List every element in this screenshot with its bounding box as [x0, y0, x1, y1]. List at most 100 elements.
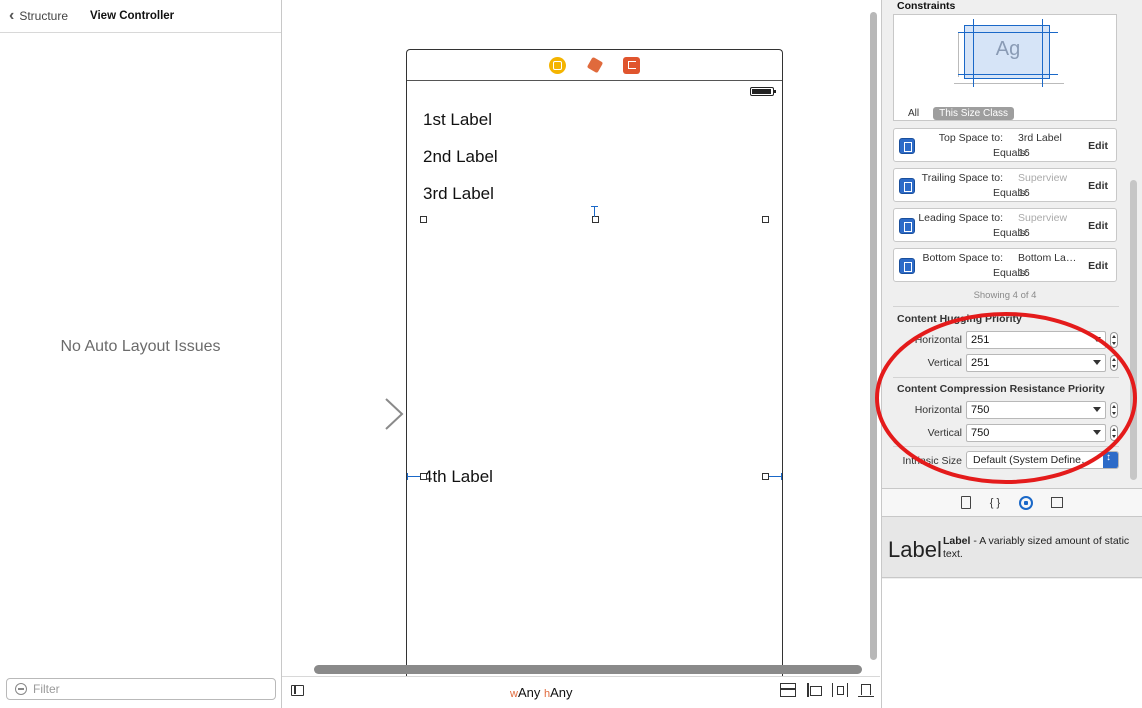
label-3[interactable]: 3rd Label: [423, 184, 494, 204]
edit-button[interactable]: Edit: [1088, 140, 1108, 152]
edit-button[interactable]: Edit: [1088, 180, 1108, 192]
chevron-down-icon[interactable]: [1093, 360, 1101, 365]
hugging-vertical-label: Vertical: [927, 357, 962, 369]
intrinsic-size-value: Default (System Define…: [973, 454, 1092, 466]
preview-frame: Ag: [964, 25, 1050, 79]
resolve-issues-icon[interactable]: [858, 683, 874, 697]
leading-constraint-cap: [407, 473, 408, 480]
library-item-label[interactable]: Label Label - A variably sized amount of…: [882, 516, 1142, 578]
library-item-name: Label: [943, 535, 971, 547]
section-divider: [893, 306, 1119, 307]
hugging-horizontal-field[interactable]: 251: [966, 331, 1106, 349]
hugging-vertical-field[interactable]: 251: [966, 354, 1106, 372]
library-item-icon: Label: [888, 537, 942, 562]
compression-vertical-value: 750: [971, 427, 990, 439]
tab-all[interactable]: All: [908, 108, 919, 119]
label-4[interactable]: 4th Label: [423, 467, 493, 487]
label-1[interactable]: 1st Label: [423, 110, 492, 130]
top-guide: [958, 32, 1058, 33]
intrinsic-size-popup[interactable]: Default (System Define…: [966, 451, 1119, 469]
file-template-icon[interactable]: [961, 496, 971, 509]
library-item-text: - A variably sized amount of static text…: [943, 535, 1130, 560]
view-controller-scene[interactable]: 1st Label 2nd Label 3rd Label 4th Label: [406, 49, 783, 689]
constraint-row[interactable]: Bottom Space to: Bottom La… Equals: 16 E…: [893, 248, 1117, 282]
layout-tools: [780, 683, 874, 697]
filter-icon: [15, 683, 27, 695]
chevron-down-icon[interactable]: [1093, 337, 1101, 342]
outline-filter-field[interactable]: Filter: [6, 678, 276, 700]
constraint-value: 16: [1018, 227, 1030, 239]
preview-text: Ag: [995, 38, 1021, 60]
compression-horizontal-field[interactable]: 750: [966, 401, 1106, 419]
back-to-structure-button[interactable]: ‹ Structure: [9, 7, 69, 24]
constraint-row[interactable]: Trailing Space to: Superview Equals: 16 …: [893, 168, 1117, 202]
object-library-icon[interactable]: [1019, 495, 1033, 510]
library-item-description: Label - A variably sized amount of stati…: [943, 535, 1138, 561]
compression-vertical-stepper[interactable]: [1110, 425, 1118, 441]
compression-vertical-label: Vertical: [927, 427, 962, 439]
scene-dock: [407, 50, 782, 81]
storyboard-canvas[interactable]: 1st Label 2nd Label 3rd Label 4th Label …: [282, 0, 880, 708]
label-2[interactable]: 2nd Label: [423, 147, 498, 167]
edit-button[interactable]: Edit: [1088, 260, 1108, 272]
top-constraint-cap: [591, 206, 598, 207]
exit-icon[interactable]: [623, 56, 640, 74]
resize-handle[interactable]: [420, 473, 427, 480]
back-label: Structure: [19, 9, 69, 23]
constraint-value: 16: [1018, 267, 1030, 279]
canvas-vertical-scrollbar[interactable]: [870, 12, 877, 660]
bottom-guide: [958, 74, 1058, 75]
hugging-horizontal-label: Horizontal: [914, 334, 962, 346]
xcode-window: ‹ Structure View Controller No Auto Layo…: [0, 0, 1142, 708]
constraint-target: Bottom La…: [1018, 252, 1077, 264]
canvas-horizontal-scrollbar[interactable]: [314, 665, 862, 674]
hugging-title: Content Hugging Priority: [897, 313, 1022, 325]
pin-icon[interactable]: [832, 683, 848, 697]
constraint-key: Trailing Space to:: [921, 172, 1003, 184]
constraints-title: Constraints: [897, 0, 956, 12]
resize-handle[interactable]: [762, 473, 769, 480]
code-snippet-icon[interactable]: { }: [989, 496, 1001, 509]
constraints-count: Showing 4 of 4: [973, 290, 1037, 301]
compression-horizontal-label: Horizontal: [914, 404, 962, 416]
guide-line: [958, 33, 959, 77]
first-responder-icon[interactable]: [586, 56, 603, 74]
leading-guide: [973, 19, 974, 87]
hugging-vertical-stepper[interactable]: [1110, 355, 1118, 371]
constraint-key: Leading Space to:: [918, 212, 1003, 224]
resize-handle[interactable]: [762, 216, 769, 223]
trailing-constraint-cap: [781, 473, 782, 480]
chevron-down-icon[interactable]: [1093, 407, 1101, 412]
edit-button[interactable]: Edit: [1088, 220, 1108, 232]
library-list-area: [882, 579, 1142, 708]
constraint-icon: [899, 138, 915, 154]
constraints-scope-tabs: All This Size Class: [894, 107, 1118, 120]
guide-line: [954, 83, 1064, 84]
embed-stack-icon[interactable]: [780, 683, 796, 697]
inspector-scrollbar[interactable]: [1130, 180, 1137, 480]
align-icon[interactable]: [806, 683, 822, 697]
view-controller-icon[interactable]: [549, 56, 566, 74]
media-library-icon[interactable]: [1051, 497, 1063, 508]
compression-horizontal-stepper[interactable]: [1110, 402, 1118, 418]
constraint-icon: [899, 218, 915, 234]
compression-horizontal-value: 750: [971, 404, 990, 416]
chevron-down-icon[interactable]: [1093, 430, 1101, 435]
resize-handle[interactable]: [592, 216, 599, 223]
top-constraint-line[interactable]: [594, 206, 595, 217]
constraint-value: 16: [1018, 187, 1030, 199]
library-tabs: { }: [882, 488, 1142, 516]
constraint-key: Bottom Space to:: [922, 252, 1003, 264]
tab-this-size-class[interactable]: This Size Class: [933, 107, 1015, 120]
back-chevron-icon: ‹: [9, 7, 15, 24]
entry-arrow-icon: [309, 398, 404, 430]
size-class-button[interactable]: wAny hAny: [510, 685, 573, 700]
resize-handle[interactable]: [420, 216, 427, 223]
constraint-row[interactable]: Leading Space to: Superview Equals: 16 E…: [893, 208, 1117, 242]
sidebar-toggle-icon[interactable]: [291, 685, 304, 696]
constraint-row[interactable]: Top Space to: 3rd Label Equals: 16 Edit: [893, 128, 1117, 162]
compression-vertical-field[interactable]: 750: [966, 424, 1106, 442]
hugging-horizontal-stepper[interactable]: [1110, 332, 1118, 348]
filter-placeholder: Filter: [33, 682, 60, 696]
constraint-value: 16: [1018, 147, 1030, 159]
